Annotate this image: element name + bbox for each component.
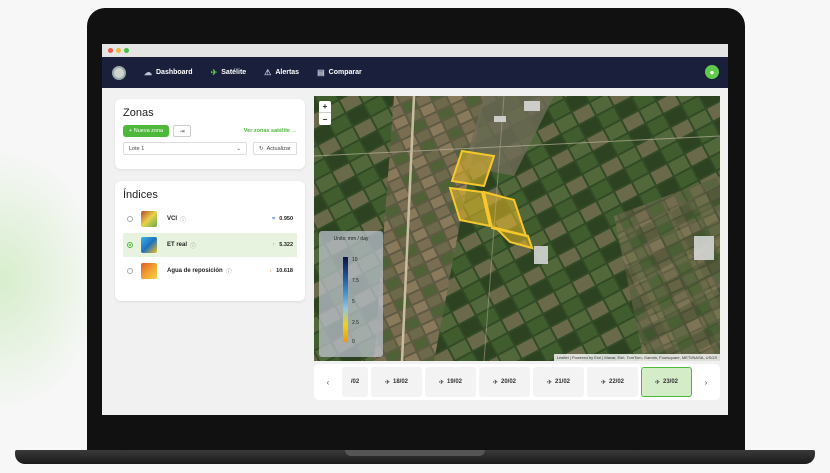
date-item[interactable]: ✈ 20/02 — [479, 367, 530, 397]
alert-icon: ⚠ — [264, 68, 272, 77]
date-item[interactable]: /02 — [342, 367, 368, 397]
map-attribution[interactable]: Leaflet | Powered by Esri | Maxar, Esri,… — [553, 354, 720, 361]
trend-equal-icon: = — [272, 216, 276, 222]
date-item-selected[interactable]: ✈ 23/02 — [641, 367, 692, 397]
indices-panel: Índices VCI ⓘ = 0.950 ET real ⓘ ↑ 5.322 — [115, 181, 305, 301]
date-item[interactable]: ✈ 19/02 — [425, 367, 476, 397]
window-chrome — [102, 44, 728, 57]
index-radio[interactable] — [127, 268, 133, 274]
index-radio[interactable] — [127, 242, 133, 248]
index-row-vci[interactable]: VCI ⓘ = 0.950 — [123, 207, 297, 231]
cloud-icon: ☁ — [144, 68, 152, 77]
legend-colorbar — [343, 257, 348, 342]
index-value: 10.618 — [276, 268, 293, 274]
info-icon[interactable]: ⓘ — [226, 267, 232, 276]
zoom-out-button[interactable]: − — [319, 113, 331, 125]
view-satellite-zones-link[interactable]: Ver zonas satélite → — [244, 128, 297, 134]
satellite-icon: ✈ — [492, 379, 498, 386]
index-swatch — [141, 263, 157, 279]
date-timeline: ‹ /02 ✈ 18/02 ✈ 19/02 ✈ 20/02 ✈ 21/02 ✈ … — [314, 364, 720, 400]
index-row-agua-reposicion[interactable]: Agua de reposición ⓘ ↓ 10.618 — [123, 259, 297, 283]
trend-down-icon: ↓ — [269, 268, 273, 274]
chevron-down-icon: ⌄ — [236, 145, 241, 152]
app-screen: ☁ Dashboard ✈ Satélite ⚠ Alertas ▤ Compa… — [102, 44, 728, 415]
zone-select[interactable]: Lote 1 ⌄ — [123, 142, 247, 155]
indices-title: Índices — [123, 189, 158, 201]
laptop-notch — [345, 450, 485, 456]
satellite-icon: ✈ — [546, 379, 552, 386]
index-row-et-real[interactable]: ET real ⓘ ↑ 5.322 — [123, 233, 297, 257]
satellite-icon: ✈ — [384, 379, 390, 386]
satellite-icon: ✈ — [210, 68, 218, 77]
zonas-panel: Zonas + Nueva zona ⇥ Ver zonas satélite … — [115, 99, 305, 169]
index-radio[interactable] — [127, 216, 133, 222]
new-zone-button[interactable]: + Nueva zona — [123, 125, 170, 137]
app-logo[interactable] — [112, 65, 126, 80]
compare-icon: ▤ — [317, 68, 325, 77]
import-icon[interactable]: ⇥ — [173, 125, 192, 137]
top-nav: ☁ Dashboard ✈ Satélite ⚠ Alertas ▤ Compa… — [102, 57, 728, 88]
zoom-control: + − — [319, 101, 331, 125]
zonas-title: Zonas — [123, 107, 154, 119]
background-glow — [0, 150, 100, 410]
nav-satelite[interactable]: ✈ Satélite — [211, 68, 247, 77]
index-value: 5.322 — [279, 242, 293, 248]
update-button[interactable]: ↻ Actualizar — [253, 142, 297, 155]
satellite-map[interactable]: + − Units: mm / day 10 7.5 5 2.5 0 Leafl… — [314, 96, 720, 361]
info-icon[interactable]: ⓘ — [180, 215, 186, 224]
chevron-right-icon[interactable]: › — [695, 367, 717, 397]
date-item[interactable]: ✈ 22/02 — [587, 367, 638, 397]
info-icon[interactable]: ⓘ — [190, 241, 196, 250]
chevron-left-icon[interactable]: ‹ — [317, 367, 339, 397]
zoom-in-button[interactable]: + — [319, 101, 331, 113]
index-swatch — [141, 211, 157, 227]
satellite-icon: ✈ — [438, 379, 444, 386]
user-avatar-icon[interactable]: ● — [705, 65, 719, 79]
index-swatch — [141, 237, 157, 253]
satellite-icon: ✈ — [600, 379, 606, 386]
date-item[interactable]: ✈ 21/02 — [533, 367, 584, 397]
index-value: 0.950 — [279, 216, 293, 222]
minimize-window-dot[interactable] — [116, 48, 121, 53]
nav-dashboard[interactable]: ☁ Dashboard — [144, 68, 193, 77]
trend-up-icon: ↑ — [272, 242, 276, 248]
map-legend: Units: mm / day 10 7.5 5 2.5 0 — [319, 231, 383, 357]
date-item[interactable]: ✈ 18/02 — [371, 367, 422, 397]
close-window-dot[interactable] — [108, 48, 113, 53]
satellite-icon: ✈ — [654, 379, 660, 386]
maximize-window-dot[interactable] — [124, 48, 129, 53]
nav-alertas[interactable]: ⚠ Alertas — [264, 68, 299, 77]
nav-comparar[interactable]: ▤ Comparar — [317, 68, 362, 77]
refresh-icon: ↻ — [259, 145, 264, 152]
